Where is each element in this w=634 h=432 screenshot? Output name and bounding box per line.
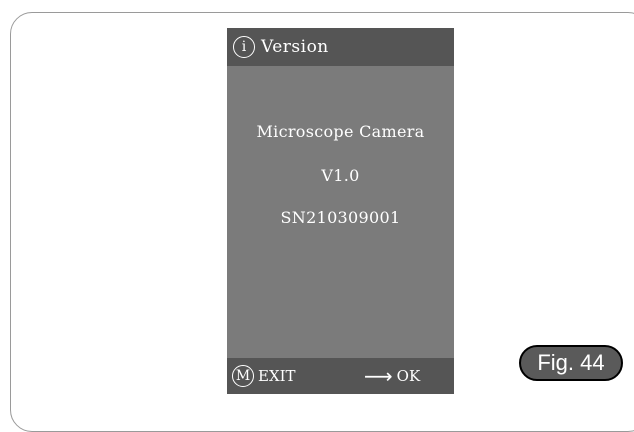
title-bar: i Version — [227, 28, 454, 66]
camera-screen: i Version Microscope Camera V1.0 SN21030… — [227, 28, 454, 394]
right-arrow-icon: ⟶ — [364, 364, 393, 388]
exit-button[interactable]: M EXIT — [232, 365, 296, 387]
bottom-bar: M EXIT ⟶ OK — [227, 358, 454, 394]
ok-label: OK — [396, 367, 421, 385]
product-name: Microscope Camera — [256, 122, 425, 141]
info-circle-icon: i — [233, 36, 255, 58]
screen-title: Version — [261, 37, 329, 57]
m-circle-icon: M — [232, 365, 254, 387]
serial-number: SN210309001 — [280, 208, 401, 227]
figure-label: Fig. 44 — [519, 345, 623, 381]
exit-label: EXIT — [258, 367, 296, 385]
version-number: V1.0 — [321, 166, 360, 185]
ok-button[interactable]: ⟶ OK — [364, 365, 420, 387]
